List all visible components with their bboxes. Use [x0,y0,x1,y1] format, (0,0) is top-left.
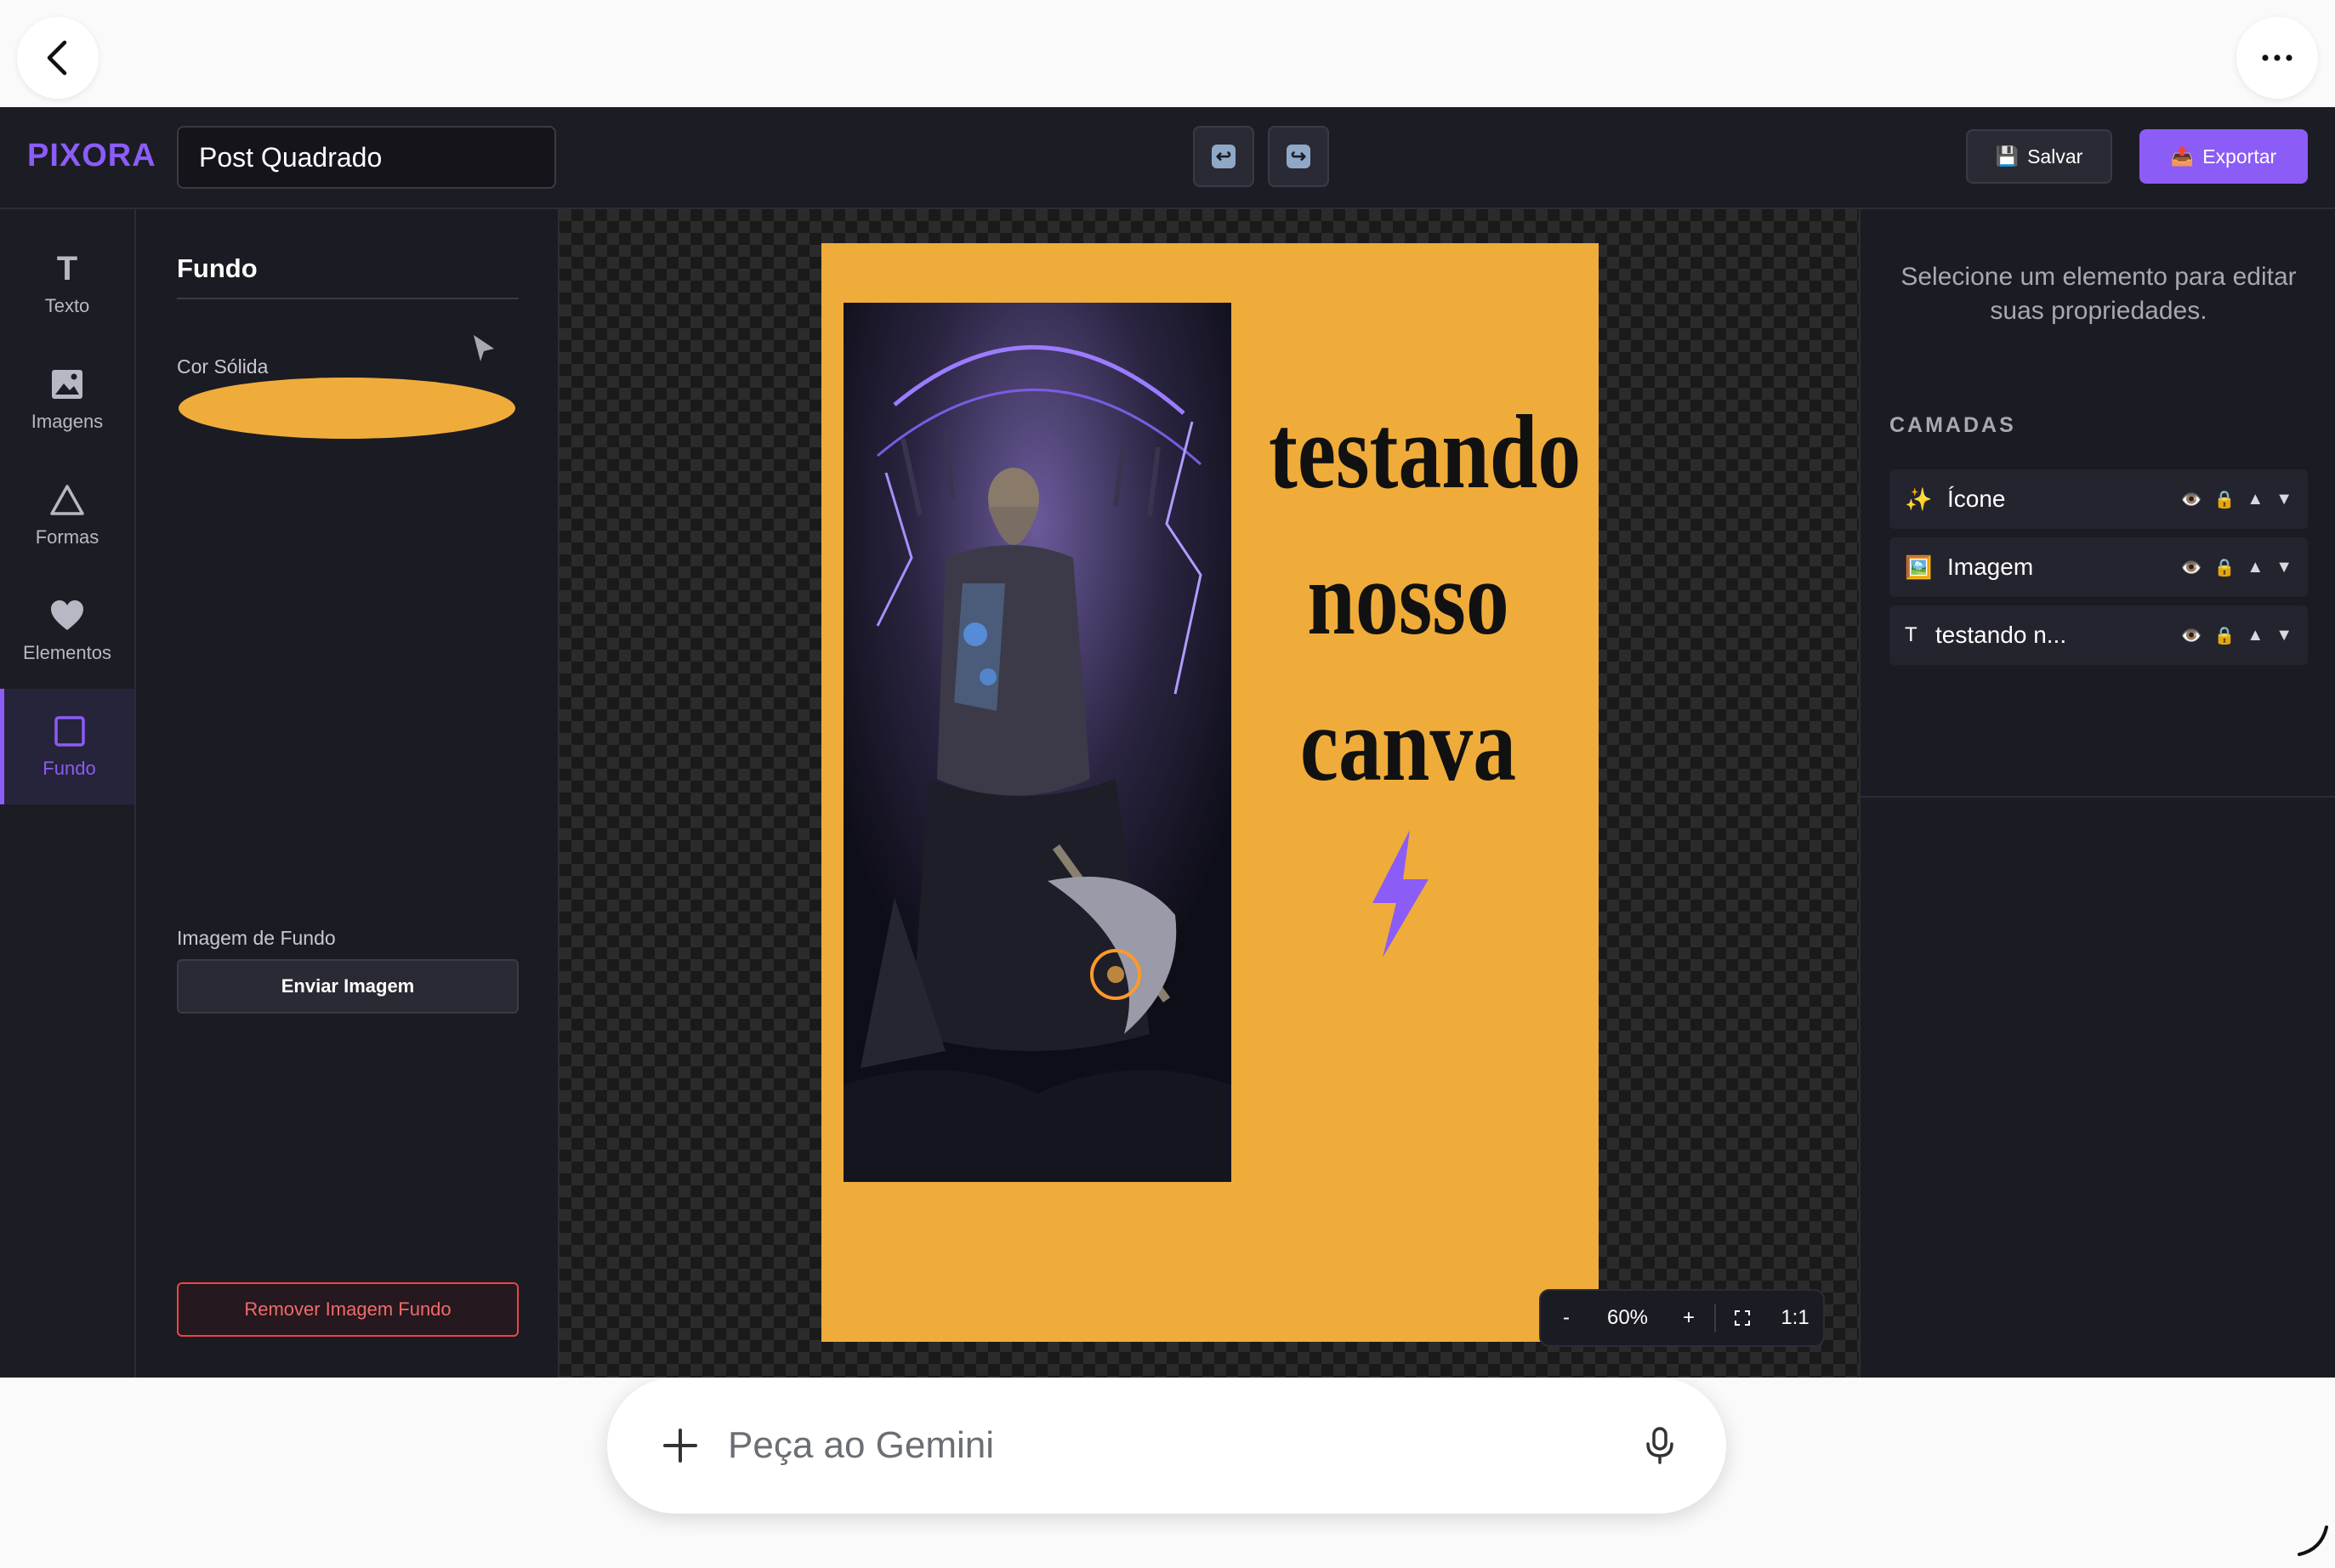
actual-size-button[interactable]: 1:1 [1769,1291,1821,1345]
layer-item[interactable]: 🖼️ Imagem 👁️ 🔒 ▲ ▼ [1889,537,2308,597]
lightning-bolt-icon[interactable] [1364,830,1432,962]
floppy-disk-icon: 💾 [1995,145,2020,167]
artboard[interactable]: testando nosso canva [821,243,1599,1342]
fit-screen-icon [1735,1310,1750,1326]
undo-icon: ↩ [1212,145,1236,168]
tool-label: Texto [44,295,90,316]
microphone-icon [1646,1427,1673,1464]
resize-handle-icon[interactable] [2296,1524,2330,1562]
editor-topbar: PIXORA ↩ ↪ 💾 Salvar 📤 Exportar [0,107,2335,209]
warrior-illustration [844,303,1231,1182]
triangle-icon [49,482,85,518]
divider [1861,796,2335,798]
save-button[interactable]: 💾 Salvar [1966,129,2112,184]
tool-elements[interactable]: Elementos [0,573,134,689]
layer-name: testando n... [1935,622,2067,648]
more-horizontal-icon [2262,54,2292,61]
eye-icon[interactable]: 👁️ [2181,489,2202,510]
selection-hint: Selecione um elemento para editar suas p… [1900,263,2297,325]
remove-bg-image-button[interactable]: Remover Imagem Fundo [177,1282,519,1337]
browser-bar [0,0,2335,107]
redo-icon: ↪ [1287,145,1310,168]
background-panel: Fundo Cor Sólida Imagem de Fundo Enviar … [136,209,560,1378]
move-up-icon[interactable]: ▲ [2247,558,2264,577]
text-icon: T [1905,623,1917,646]
zoom-controls: - 60% + 1:1 [1539,1289,1825,1347]
document-title-input[interactable] [177,126,556,189]
text-icon: T [56,249,78,287]
export-button[interactable]: 📤 Exportar [2139,129,2308,184]
eye-icon[interactable]: 👁️ [2181,625,2202,646]
redo-button[interactable]: ↪ [1268,126,1329,187]
solid-color-label: Cor Sólida [177,355,269,378]
editor-app: PIXORA ↩ ↪ 💾 Salvar 📤 Exportar T Texto I… [0,107,2335,1378]
zoom-level: 60% [1606,1306,1649,1329]
export-label: Exportar [2202,145,2277,168]
back-button[interactable] [17,17,99,99]
tool-images[interactable]: Imagens [0,342,134,457]
image-icon [49,366,85,402]
layer-item[interactable]: T testando n... 👁️ 🔒 ▲ ▼ [1889,605,2308,665]
zoom-out-button[interactable]: - [1541,1291,1592,1345]
picture-icon: 🖼️ [1905,554,1933,580]
tool-shapes[interactable]: Formas [0,457,134,573]
upload-image-button[interactable]: Enviar Imagem [177,959,519,1014]
undo-button[interactable]: ↩ [1193,126,1254,187]
fit-screen-button[interactable] [1716,1291,1769,1345]
layer-name: Imagem [1947,554,2034,580]
tools-sidebar: T Texto Imagens Formas Elementos Fundo [0,209,136,1378]
text-line: canva [1299,686,1517,803]
text-line: testando [1269,394,1582,510]
add-button[interactable] [653,1418,707,1473]
warrior-image[interactable] [844,303,1231,1182]
lock-icon[interactable]: 🔒 [2214,489,2236,510]
canvas-text[interactable]: testando nosso canva [1269,379,1582,818]
divider [177,298,519,299]
square-icon [52,713,88,749]
bg-image-label: Imagem de Fundo [177,927,336,949]
move-up-icon[interactable]: ▲ [2247,626,2264,645]
panel-title: Fundo [177,253,258,283]
move-down-icon[interactable]: ▼ [2275,626,2292,645]
gemini-prompt-bar [607,1378,1726,1514]
zoom-in-button[interactable]: + [1663,1291,1714,1345]
eye-icon[interactable]: 👁️ [2181,557,2202,578]
tool-text[interactable]: T Texto [0,226,134,342]
lock-icon[interactable]: 🔒 [2214,625,2236,646]
move-down-icon[interactable]: ▼ [2275,558,2292,577]
layer-name: Ícone [1947,486,2006,512]
lock-icon[interactable]: 🔒 [2214,557,2236,578]
app-logo: PIXORA [27,138,156,173]
move-down-icon[interactable]: ▼ [2275,490,2292,509]
move-up-icon[interactable]: ▲ [2247,490,2264,509]
plus-icon [663,1429,697,1463]
layer-item[interactable]: ✨ Ícone 👁️ 🔒 ▲ ▼ [1889,469,2308,529]
microphone-button[interactable] [1633,1418,1687,1473]
canvas-area: testando nosso canva - 60% + 1:1 [560,209,1859,1378]
sparkles-icon: ✨ [1905,486,1933,512]
cursor-icon [471,333,497,368]
heart-icon [49,598,85,633]
layers-title: CAMADAS [1889,413,2016,437]
save-label: Salvar [2027,145,2083,168]
tool-background[interactable]: Fundo [0,689,134,804]
more-options-button[interactable] [2236,17,2318,99]
tool-label: Imagens [31,411,104,432]
gemini-input[interactable] [728,1418,1544,1473]
tool-label: Fundo [43,758,96,779]
solid-color-picker[interactable] [179,378,515,439]
tool-label: Formas [35,526,99,548]
chevron-left-icon [47,40,67,76]
text-line: nosso [1307,540,1509,656]
properties-panel: Selecione um elemento para editar suas p… [1859,209,2335,1378]
tool-label: Elementos [23,642,111,663]
outbox-tray-icon: 📤 [2170,145,2195,167]
